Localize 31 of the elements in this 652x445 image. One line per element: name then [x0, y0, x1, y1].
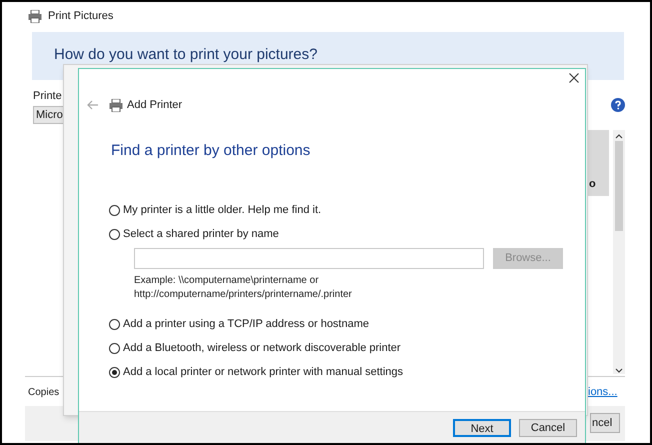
- dialog-title: Add Printer: [127, 98, 182, 113]
- scrollbar[interactable]: [613, 130, 625, 374]
- printer-icon: [109, 98, 123, 112]
- dialog-button[interactable]: Cancel: [519, 419, 577, 437]
- options-link[interactable]: ions...: [588, 384, 618, 400]
- printer-label: Printe: [33, 89, 62, 104]
- radio-button[interactable]: [109, 342, 120, 354]
- radio-button[interactable]: [109, 204, 120, 216]
- radio-button[interactable]: [109, 318, 120, 330]
- option-label[interactable]: My printer is a little older. Help me find it.: [123, 202, 322, 218]
- option-label[interactable]: Add a Bluetooth, wireless or network discoverable printer: [123, 340, 401, 356]
- option-label[interactable]: Add a printer using a TCP/IP address or hostname: [123, 316, 370, 332]
- close-icon[interactable]: [569, 73, 579, 83]
- page-heading: How do you want to print your pictures?: [54, 45, 318, 65]
- example-text: Example: \\computername\printername or: [134, 274, 320, 288]
- option-label[interactable]: Add a local printer or network printer with manual settings: [123, 364, 404, 380]
- example-text: http://computername/printers/printername/.printer: [134, 288, 353, 302]
- printer-icon: [28, 10, 42, 23]
- scroll-up-icon[interactable]: [615, 133, 623, 139]
- copies-label: Copies: [28, 386, 60, 400]
- window-title: Print Pictures: [48, 9, 114, 24]
- radio-button[interactable]: [109, 366, 120, 378]
- dialog-heading: Find a printer by other options: [111, 140, 312, 160]
- scroll-down-icon[interactable]: [615, 368, 623, 374]
- dialog-button[interactable]: Next: [453, 419, 511, 437]
- help-icon[interactable]: [611, 98, 625, 112]
- radio-button[interactable]: [109, 228, 120, 240]
- scroll-thumb[interactable]: [615, 141, 623, 231]
- printer-name-field[interactable]: [134, 248, 484, 269]
- window-cancel-button[interactable]: ncel: [590, 413, 620, 433]
- option-label[interactable]: Select a shared printer by name: [123, 226, 279, 242]
